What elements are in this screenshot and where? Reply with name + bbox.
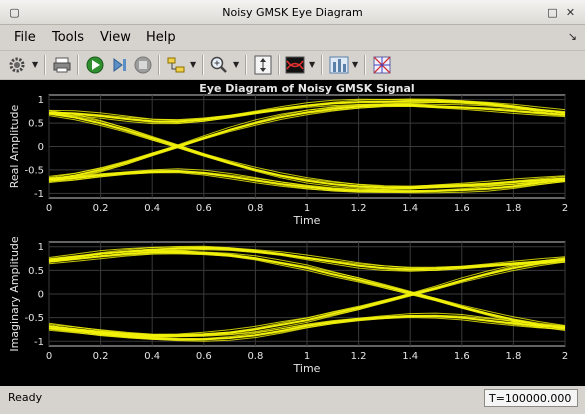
- x-tick-label: 2: [562, 203, 568, 214]
- x-tick-label: 0.6: [196, 203, 212, 214]
- x-tick-label: 0.4: [144, 351, 160, 362]
- menu-bar: File Tools View Help: [0, 26, 585, 48]
- x-tick-label: 1.2: [351, 351, 367, 362]
- x-tick-label: 0.2: [93, 203, 109, 214]
- x-tick-label: 1: [304, 351, 310, 362]
- y-tick-label: -0.5: [24, 313, 44, 324]
- x-tick-label: 2: [562, 351, 568, 362]
- zoom-icon[interactable]: [208, 54, 230, 76]
- real-amplitude-axes: 0 0.2 0.4 0.6 0.8 1 1.2 1.4 1.6 1.8 2 1 0.5 0 -0.5 -1 Ti…: [8, 94, 568, 227]
- x-tick-label: 0.8: [247, 203, 263, 214]
- y-tick-label: -0.5: [24, 165, 44, 176]
- scope-dropdown-icon[interactable]: ▼: [352, 60, 358, 69]
- stop-icon[interactable]: [132, 54, 154, 76]
- y-tick-label: 0.5: [28, 119, 44, 130]
- toolbar: ▼ ▼ ▼ ▼ ▼: [0, 50, 585, 80]
- x-tick-label: 0.8: [247, 351, 263, 362]
- x-tick-label: 1.4: [402, 203, 418, 214]
- x-axis-label: Time: [293, 214, 321, 227]
- x-tick-label: 0.6: [196, 351, 212, 362]
- print-icon[interactable]: [51, 54, 73, 76]
- menu-view[interactable]: View: [100, 30, 131, 45]
- y-tick-label: 0.5: [28, 266, 44, 277]
- autoscale-icon[interactable]: [252, 54, 274, 76]
- y-tick-label: 1: [38, 95, 44, 106]
- menu-help[interactable]: Help: [146, 30, 176, 45]
- x-tick-label: 0: [46, 203, 52, 214]
- run-icon[interactable]: [84, 54, 106, 76]
- window-title: Noisy GMSK Eye Diagram: [222, 6, 363, 19]
- x-tick-label: 0.2: [93, 351, 109, 362]
- maximize-icon[interactable]: □: [546, 6, 559, 19]
- title-bar: ▢ Noisy GMSK Eye Diagram □ ✕: [0, 0, 585, 25]
- eye-diagram-figure: Eye Diagram of Noisy GMSK Signal 0 0.2 0.4…: [8, 82, 568, 375]
- x-tick-label: 1.8: [505, 351, 521, 362]
- x-tick-label: 0.4: [144, 203, 160, 214]
- menu-tools[interactable]: Tools: [52, 30, 84, 45]
- zoom-dropdown-icon[interactable]: ▼: [233, 60, 239, 69]
- x-tick-label: 1.6: [454, 351, 470, 362]
- chart-title: Eye Diagram of Noisy GMSK Signal: [199, 82, 414, 95]
- undock-icon[interactable]: ↘: [568, 30, 577, 43]
- y-tick-label: -1: [34, 189, 44, 200]
- highlight-blocks-icon[interactable]: [165, 54, 187, 76]
- x-tick-label: 1: [304, 203, 310, 214]
- x-tick-label: 1.8: [505, 203, 521, 214]
- status-bar: Ready T=100000.000: [0, 386, 585, 414]
- x-tick-label: 1.6: [454, 203, 470, 214]
- x-tick-label: 0: [46, 351, 52, 362]
- highlight-dropdown-icon[interactable]: ▼: [190, 60, 196, 69]
- scope-display-icon[interactable]: [328, 54, 350, 76]
- simulation-time: T=100000.000: [484, 389, 578, 407]
- plot-area: Eye Diagram of Noisy GMSK Signal 0 0.2 0.4…: [0, 80, 585, 386]
- eye-display-icon[interactable]: [284, 54, 306, 76]
- imaginary-amplitude-axes: 0 0.2 0.4 0.6 0.8 1 1.2 1.4 1.6 1.8 2 1 0.5 0 -0.5 -1 Ti…: [8, 236, 568, 375]
- x-axis-label: Time: [293, 362, 321, 375]
- x-tick-label: 1.2: [351, 203, 367, 214]
- legend-icon[interactable]: [371, 54, 393, 76]
- settings-dropdown-icon[interactable]: ▼: [32, 60, 38, 69]
- y-tick-label: 1: [38, 242, 44, 253]
- x-tick-label: 1.4: [402, 351, 418, 362]
- y-axis-label: Real Amplitude: [8, 104, 21, 188]
- y-axis-label: Imaginary Amplitude: [8, 236, 21, 352]
- menu-file[interactable]: File: [14, 30, 36, 45]
- status-text: Ready: [8, 391, 43, 404]
- y-tick-label: -1: [34, 337, 44, 348]
- close-icon[interactable]: ✕: [564, 6, 577, 19]
- eye-dropdown-icon[interactable]: ▼: [309, 60, 315, 69]
- y-tick-label: 0: [38, 142, 44, 153]
- settings-icon[interactable]: [6, 54, 28, 76]
- step-forward-icon[interactable]: [108, 54, 130, 76]
- y-tick-label: 0: [38, 290, 44, 301]
